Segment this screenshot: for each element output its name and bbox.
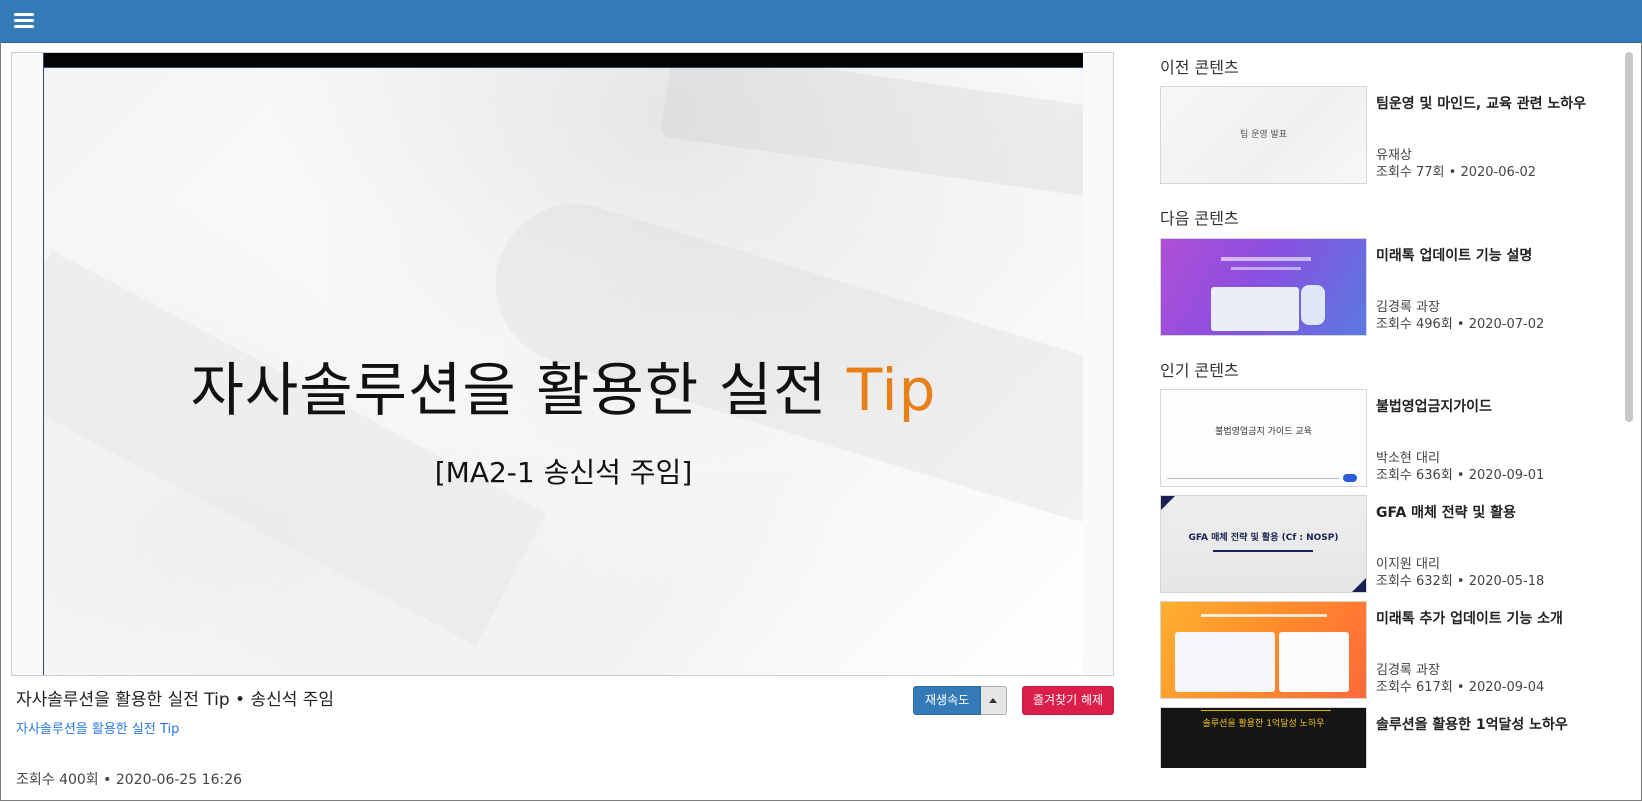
popular-content-card[interactable]: 솔루션을 활용한 1억달성 노하우 솔루션을 활용한 1억달성 노하우 <box>1160 707 1612 768</box>
thumbnail: 불법영업금지 가이드 교육 <box>1160 389 1367 487</box>
card-title: 미래톡 추가 업데이트 기능 소개 <box>1376 611 1563 627</box>
slide-subtitle: [MA2-1 송신석 주임] <box>434 456 693 489</box>
thumbnail: 팀 운영 발표 <box>1160 86 1367 184</box>
card-title: 미래톡 업데이트 기능 설명 <box>1376 248 1533 264</box>
sidebar: 이전 콘텐츠 팀 운영 발표 팀운영 및 마인드, 교육 관련 노하우 유재상 … <box>1160 48 1612 768</box>
card-meta: 조회수 617회 • 2020-09-04 <box>1376 680 1545 695</box>
playback-speed-group: 재생속도 <box>913 686 1008 715</box>
card-title: 솔루션을 활용한 1억달성 노하우 <box>1376 717 1568 733</box>
prev-content-card[interactable]: 팀 운영 발표 팀운영 및 마인드, 교육 관련 노하우 유재상 조회수 77회… <box>1160 86 1612 186</box>
prev-content-heading: 이전 콘텐츠 <box>1160 58 1239 77</box>
next-content-card[interactable]: 미래톡 업데이트 기능 설명 김경록 과장 조회수 496회 • 2020-07… <box>1160 238 1612 338</box>
slide-title: 자사솔루션을 활용한 실전 Tip <box>190 356 937 424</box>
card-title: 불법영업금지가이드 <box>1376 399 1492 415</box>
thumbnail <box>1160 601 1367 699</box>
sidebar-scrollbar[interactable] <box>1625 52 1633 422</box>
video-top-band <box>44 53 1083 68</box>
popular-content-heading: 인기 콘텐츠 <box>1160 361 1239 380</box>
card-title: GFA 매체 전략 및 활용 <box>1376 505 1516 521</box>
video-player[interactable]: 자사솔루션을 활용한 실전 Tip [MA2-1 송신석 주임] <box>11 52 1114 676</box>
thumbnail: 솔루션을 활용한 1억달성 노하우 <box>1160 707 1367 768</box>
remove-favorite-button[interactable]: 즐겨찾기 해제 <box>1022 686 1115 715</box>
top-navbar <box>0 0 1642 43</box>
thumbnail <box>1160 238 1367 336</box>
playback-speed-button[interactable]: 재생속도 <box>913 686 982 715</box>
card-title: 팀운영 및 마인드, 교육 관련 노하우 <box>1376 96 1587 112</box>
card-meta: 조회수 632회 • 2020-05-18 <box>1376 574 1545 589</box>
video-frame[interactable]: 자사솔루션을 활용한 실전 Tip [MA2-1 송신석 주임] <box>43 53 1083 675</box>
card-meta: 조회수 636회 • 2020-09-01 <box>1376 468 1545 483</box>
card-meta: 조회수 77회 • 2020-06-02 <box>1376 165 1536 180</box>
popular-content-card[interactable]: 불법영업금지 가이드 교육 불법영업금지가이드 박소현 대리 조회수 636회 … <box>1160 389 1612 489</box>
popular-content-card[interactable]: GFA 매체 전략 및 활용 (Cf : NOSP) GFA 매체 전략 및 활… <box>1160 495 1612 595</box>
next-content-heading: 다음 콘텐츠 <box>1160 209 1239 228</box>
caret-up-icon[interactable] <box>981 686 1008 715</box>
hamburger-menu-icon[interactable] <box>14 13 34 29</box>
card-meta: 조회수 496회 • 2020-07-02 <box>1376 317 1545 332</box>
video-meta: 조회수 400회 • 2020-06-25 16:26 <box>16 772 243 788</box>
thumbnail: GFA 매체 전략 및 활용 (Cf : NOSP) <box>1160 495 1367 593</box>
popular-content-card[interactable]: 미래톡 추가 업데이트 기능 소개 김경록 과장 조회수 617회 • 2020… <box>1160 601 1612 701</box>
video-category-link[interactable]: 자사솔루션을 활용한 실전 Tip <box>16 718 179 737</box>
video-title: 자사솔루션을 활용한 실전 Tip • 송신석 주임 <box>16 690 335 710</box>
